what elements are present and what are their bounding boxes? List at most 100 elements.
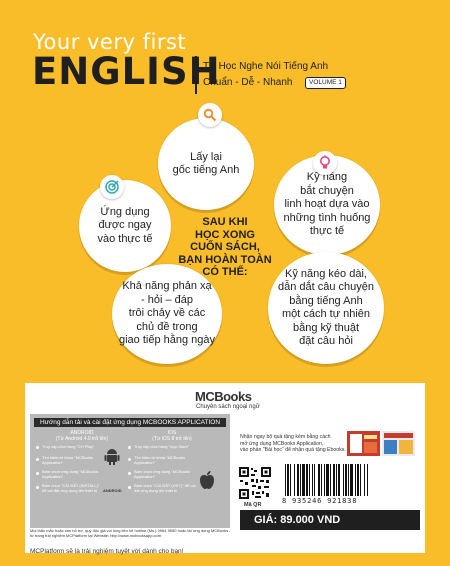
header-divider: [195, 56, 197, 94]
target-icon: [100, 175, 124, 199]
bubble-text: Khả năng phản xạ: [122, 280, 212, 293]
volume-badge: VOLUME 1: [305, 77, 346, 89]
barcode-bar: [350, 464, 353, 496]
bubble-text: chủ đề trong: [136, 320, 198, 333]
step-dot: [36, 458, 39, 461]
barcode-bar: [338, 464, 340, 496]
bubble-text: trôi chảy về các: [128, 307, 206, 320]
android-version: (Từ Android 4.0 trở lên): [55, 436, 109, 442]
barcode-bar: [326, 464, 329, 496]
benefit-bubble-1: Lấy lại gốc tiếng Anh: [158, 118, 254, 210]
bubble-text: bằng tiếng Anh: [289, 294, 363, 307]
center-heading: SAU KHI HỌC XONG CUỐN SÁCH, BẠN HOÀN TOÀ…: [172, 216, 278, 279]
bubble-text: được ngay: [98, 219, 152, 232]
app-install-title: Hướng dẫn tải và cài đặt ứng dụng MCBOOK…: [34, 418, 226, 427]
promo-text: Nhận ngay bộ quà tặng kèm bằng cách mở ứ…: [240, 434, 346, 454]
benefit-bubble-2: Ứng dụng được ngay vào thực tế: [79, 180, 171, 272]
barcode-bar: [348, 464, 349, 496]
ios-step-3: Bấm chọn ứng dụng "MCBooks Application": [134, 469, 191, 479]
bubble-text: Ứng dụng: [100, 205, 150, 218]
barcode-bar: [318, 464, 320, 496]
header-tagline-1: Tự Học Nghe Nói Tiếng Anh: [203, 61, 329, 72]
android-step-3: Bấm chọn ứng dụng "MCBooks Application": [42, 469, 99, 479]
barcode-bar: [343, 464, 344, 496]
barcode-bar: [357, 464, 359, 496]
barcode-bar: [309, 464, 310, 496]
bubble-text: gốc tiếng Anh: [172, 164, 240, 176]
barcode-bar: [360, 464, 361, 496]
barcode-bar: [333, 464, 335, 496]
bubble-text: dẫn dắt câu chuyện: [277, 281, 375, 293]
barcode-bar: [287, 464, 289, 496]
ios-version: (Từ iOS 8 trở lên): [152, 436, 192, 442]
ebook-thumbnail: [347, 431, 380, 456]
step-dot: [128, 486, 131, 489]
barcode-bar: [290, 464, 291, 496]
barcode-bar: [314, 464, 315, 496]
barcode-bar: [312, 464, 313, 496]
bubble-text: bắt chuyện: [300, 184, 354, 197]
barcode-bar: [355, 464, 356, 496]
barcode-bar: [364, 464, 365, 496]
barcode-number: 8 935246 921838: [282, 497, 358, 505]
header-title: ENGLISH: [32, 50, 221, 93]
book-back-cover: Your very first ENGLISH Tự Học Nghe Nói …: [0, 0, 450, 566]
barcode-bar: [300, 464, 301, 496]
bubble-text: bằng kỹ thuật: [292, 321, 360, 334]
barcode-bar: [294, 464, 295, 496]
ios-step-2: Tìm kiếm từ khóa "MCBooks Application": [134, 455, 185, 465]
bubble-text: thực tế: [309, 225, 345, 238]
center-line: BẠN HOÀN TOÀN: [178, 253, 272, 266]
publisher-logo: MCBooks: [195, 389, 252, 404]
step-dot: [128, 472, 131, 475]
bubble-text: giao tiếp hằng ngày: [118, 334, 216, 347]
barcode-bar: [336, 464, 337, 496]
barcode-bar: [324, 464, 325, 496]
step-dot: [36, 486, 39, 489]
bubble-text: - hỏi – đáp: [141, 293, 193, 306]
barcode-bar: [302, 464, 305, 496]
barcode-bar: [285, 464, 286, 496]
android-step-2: Tìm kiếm từ khóa "MCBooks Application": [42, 455, 93, 465]
apple-icon: [198, 470, 216, 495]
benefit-bubble-4: Kỹ năng kéo dài, dẫn dắt câu chuyện bằng…: [268, 252, 384, 364]
center-line: CUỐN SÁCH,: [190, 241, 260, 253]
android-heading: ANDROID (Từ Android 4.0 trở lên): [42, 430, 122, 442]
qr-code: [238, 466, 272, 500]
center-line: SAU KHI: [202, 216, 248, 228]
header-tagline-2: Chuẩn - Dễ - Nhanh: [203, 77, 293, 88]
bubble-text: Lấy lại: [190, 150, 222, 163]
step-dot: [36, 472, 39, 475]
ios-heading: IOS (Từ iOS 8 trở lên): [132, 430, 212, 442]
ebook-thumbnail: [382, 431, 415, 456]
ios-step-4: Bấm chọn "CÀI ĐẶT (GET)" để cài đặt ứng …: [134, 483, 196, 493]
app-install-footer: Mọi thắc mắc hoặc cần hỗ trợ, quý độc gi…: [30, 528, 230, 538]
step-dot: [36, 446, 39, 449]
bubble-text: đặt câu hỏi: [299, 335, 353, 347]
barcode-bar: [306, 464, 308, 496]
lightbulb-icon: [313, 151, 337, 175]
bubble-text: vào thực tế: [97, 232, 153, 245]
barcode-bar: [345, 464, 347, 496]
barcode-bar: [321, 464, 322, 496]
price-label: GIÁ: 89.000 VND: [240, 510, 420, 530]
mcplatform-tagline: MCPlatform sẽ là trải nghiệm tuyệt vời d…: [30, 548, 184, 555]
android-logo-text: ANDROID: [103, 488, 122, 493]
promo-line-1: Nhận ngay bộ quà tặng kèm bằng cách: [240, 434, 331, 440]
barcode-bar: [330, 464, 331, 496]
benefit-bubble-5: Khả năng phản xạ - hỏi – đáp trôi chảy v…: [112, 264, 222, 364]
bubble-text: Kỹ năng kéo dài,: [285, 267, 367, 280]
center-line: CÓ THỂ:: [202, 266, 248, 278]
center-line: HỌC XONG: [195, 228, 255, 241]
bubble-text: linh hoạt dựa vào: [284, 198, 370, 211]
qr-label: Mã QR: [244, 502, 262, 508]
promo-line-3: vào phần "Bài học" để nhận quà tặng Eboo…: [240, 447, 346, 453]
bubble-text: những tình huống: [283, 211, 371, 224]
magnifier-icon: [198, 103, 222, 127]
step-dot: [128, 446, 131, 449]
ios-step-1: Truy cập cửa hàng "App Store": [134, 444, 190, 449]
publisher-tagline: Chuyên sách ngoại ngữ: [196, 404, 260, 410]
android-step-1: Truy cập cửa hàng "CH Play": [42, 444, 95, 449]
barcode: [285, 464, 368, 496]
footer-line-2: từ trang trái nghiệm MCPlatform tại Webs…: [30, 533, 162, 538]
